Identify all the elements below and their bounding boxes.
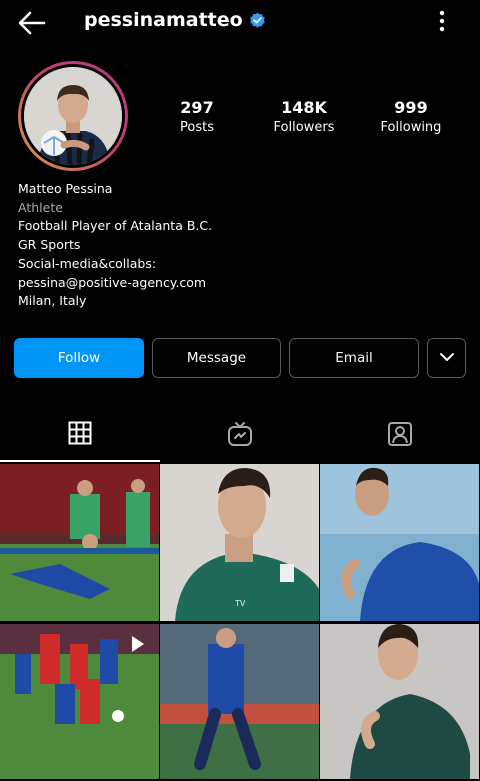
post-thumbnail-5[interactable] bbox=[160, 624, 319, 781]
message-button[interactable]: Message bbox=[152, 338, 281, 378]
verified-badge-icon bbox=[249, 12, 266, 29]
followers-count: 148K bbox=[281, 98, 327, 117]
profile-tabs bbox=[0, 410, 480, 462]
svg-text:TV: TV bbox=[234, 599, 246, 608]
follow-button[interactable]: Follow bbox=[14, 338, 144, 378]
tab-tagged[interactable] bbox=[320, 410, 480, 462]
profile-bio: Matteo Pessina Athlete Football Player o… bbox=[18, 180, 212, 311]
options-menu-icon[interactable] bbox=[432, 9, 452, 35]
post-thumbnail-4[interactable] bbox=[0, 624, 159, 781]
email-button[interactable]: Email bbox=[289, 338, 419, 378]
top-bar: pessinamatteo bbox=[0, 0, 480, 46]
tagged-user-icon bbox=[387, 421, 413, 451]
posts-stat[interactable]: 297 Posts bbox=[152, 98, 242, 138]
igtv-icon bbox=[227, 421, 253, 451]
profile-name: Matteo Pessina bbox=[18, 181, 113, 196]
profile-username-header: pessinamatteo bbox=[84, 9, 266, 31]
posts-count: 297 bbox=[180, 98, 214, 117]
following-count: 999 bbox=[394, 98, 428, 117]
grid-icon bbox=[68, 421, 92, 449]
posts-grid: TV bbox=[0, 464, 480, 779]
chevron-down-icon bbox=[439, 350, 455, 366]
story-ring[interactable] bbox=[18, 61, 128, 171]
bio-line-location: Milan, Italy bbox=[18, 293, 87, 309]
tab-posts-grid[interactable] bbox=[0, 410, 160, 462]
following-stat[interactable]: 999 Following bbox=[366, 98, 456, 138]
bio-line-agency: GR Sports bbox=[18, 237, 81, 253]
post-thumbnail-3[interactable] bbox=[320, 464, 479, 621]
bio-line-contact-label: Social-media&collabs: bbox=[18, 255, 157, 271]
profile-avatar[interactable] bbox=[24, 67, 122, 165]
following-label: Following bbox=[380, 120, 442, 135]
back-arrow-icon[interactable] bbox=[14, 8, 50, 38]
username-text: pessinamatteo bbox=[84, 9, 243, 31]
bio-line-club: Football Player of Atalanta B.C. bbox=[18, 218, 213, 234]
posts-label: Posts bbox=[180, 120, 214, 135]
followers-stat[interactable]: 148K Followers bbox=[259, 98, 349, 138]
followers-label: Followers bbox=[273, 120, 335, 135]
post-thumbnail-6[interactable] bbox=[320, 624, 479, 781]
bio-line-email-link[interactable]: pessina@positive-agency.com bbox=[18, 274, 212, 293]
profile-category: Athlete bbox=[18, 199, 63, 215]
suggested-accounts-button[interactable] bbox=[427, 338, 466, 378]
tab-igtv[interactable] bbox=[160, 410, 320, 462]
post-thumbnail-1[interactable] bbox=[0, 464, 159, 621]
post-thumbnail-2[interactable]: TV bbox=[160, 464, 319, 621]
